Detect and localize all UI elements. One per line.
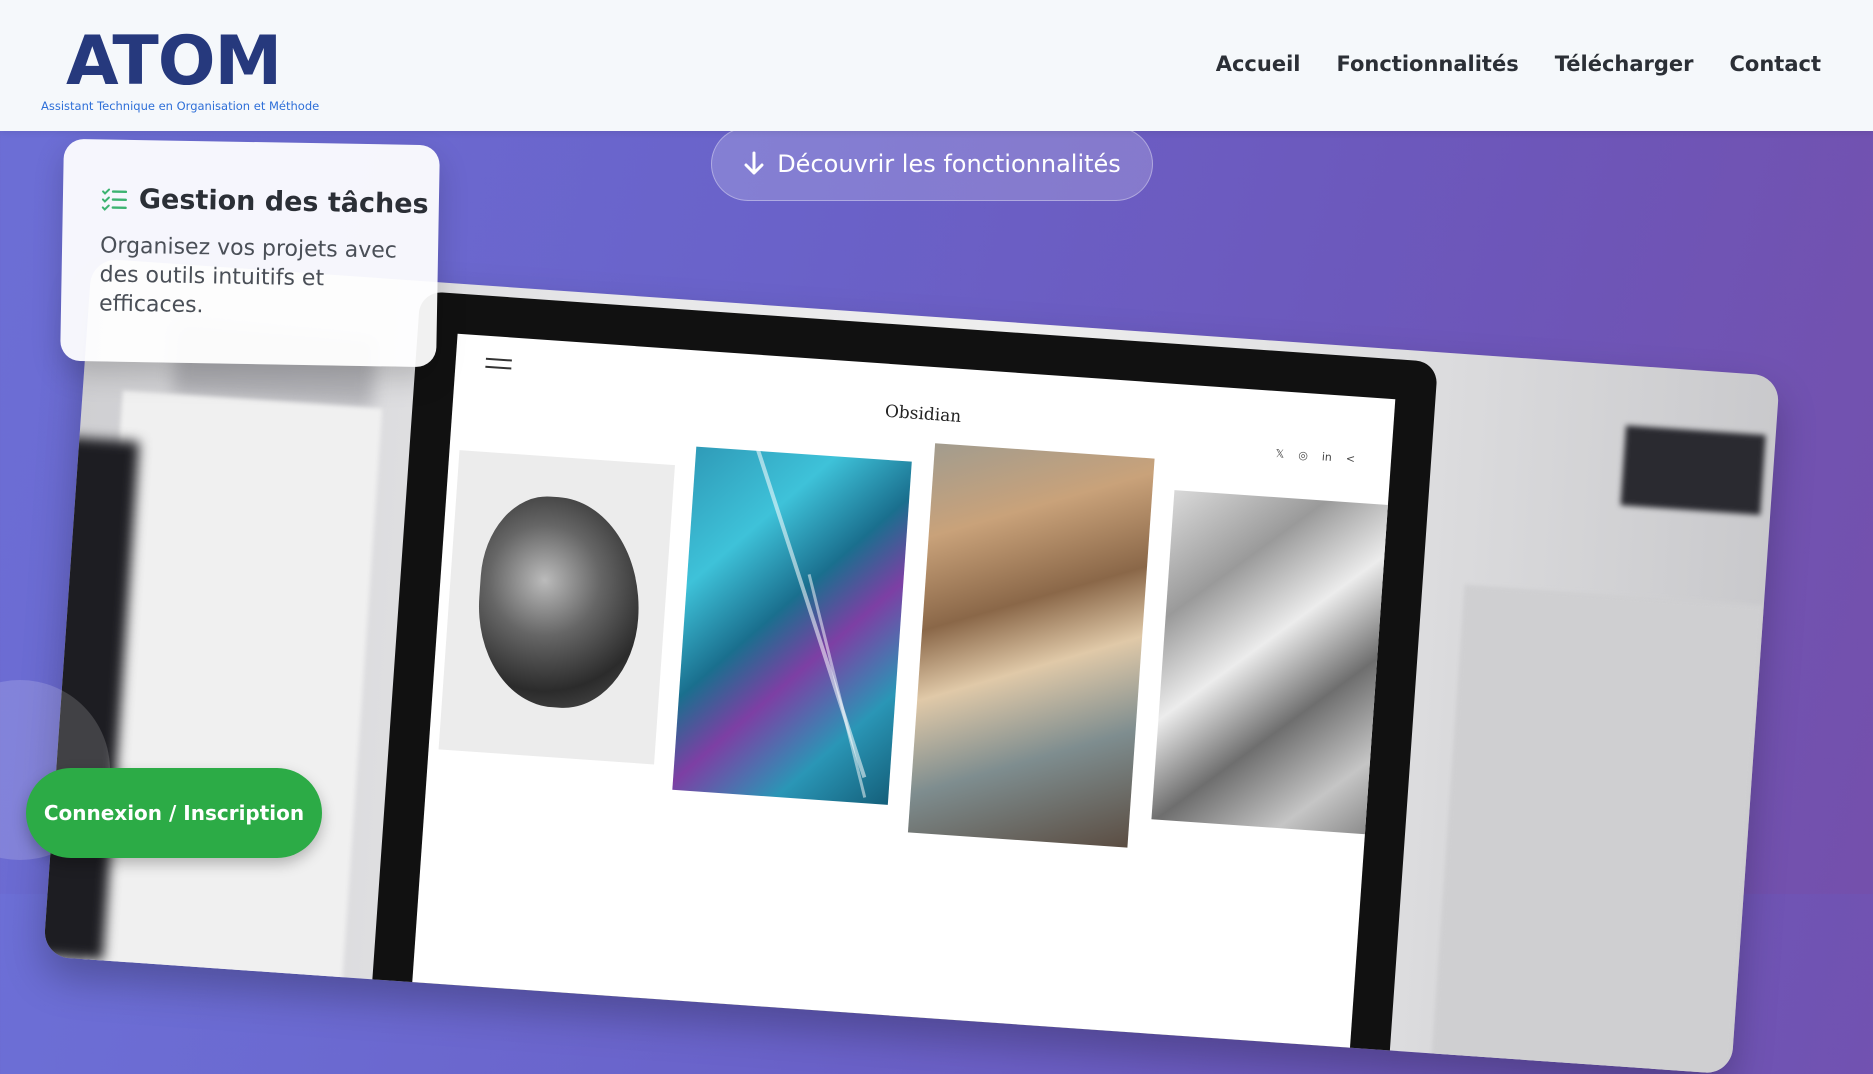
gallery-image-blue-mineral [672, 446, 912, 805]
feature-card: Gestion des tâches Organisez vos projets… [60, 138, 440, 368]
mockup-gallery [422, 429, 1392, 914]
hero-image: Obsidian 𝕏 ◎ in < [43, 258, 1780, 1074]
feature-card-header: Gestion des tâches [101, 183, 429, 220]
gallery-image-crystal [438, 450, 675, 765]
nav-accueil[interactable]: Accueil [1216, 52, 1301, 76]
hamburger-icon [485, 357, 512, 376]
arrow-down-icon [744, 151, 764, 175]
logo-subtitle: Assistant Technique en Organisation et M… [41, 99, 320, 113]
nav-contact[interactable]: Contact [1730, 52, 1822, 76]
feature-title: Gestion des tâches [138, 184, 429, 221]
gallery-image-gray-mineral [1151, 490, 1392, 835]
logo[interactable]: ATOM [66, 22, 306, 102]
instagram-icon: ◎ [1297, 448, 1309, 463]
laptop-screen: Obsidian 𝕏 ◎ in < [410, 333, 1396, 1074]
site-header: ATOM Assistant Technique en Organisation… [0, 0, 1873, 131]
main-nav: Accueil Fonctionnalités Télécharger Cont… [1216, 52, 1821, 76]
nav-fonctionnalites[interactable]: Fonctionnalités [1336, 52, 1518, 76]
laptop-mockup: Obsidian 𝕏 ◎ in < [370, 290, 1439, 1074]
nav-telecharger[interactable]: Télécharger [1555, 52, 1694, 76]
logo-text: ATOM [66, 22, 282, 101]
discover-label: Découvrir les fonctionnalités [777, 150, 1121, 178]
discover-features-button[interactable]: Découvrir les fonctionnalités [711, 127, 1153, 201]
gallery-image-aerial [907, 443, 1155, 848]
task-list-icon [101, 188, 128, 211]
feature-description: Organisez vos projets avec des outils in… [98, 233, 398, 319]
share-icon: < [1345, 451, 1356, 466]
linkedin-icon: in [1321, 450, 1333, 464]
login-signup-button[interactable]: Connexion / Inscription [26, 768, 322, 858]
twitter-icon: 𝕏 [1275, 447, 1285, 461]
